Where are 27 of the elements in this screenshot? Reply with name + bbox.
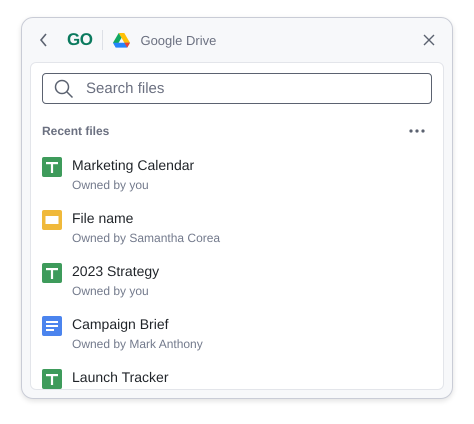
slides-icon xyxy=(42,210,62,230)
spreadsheet-icon xyxy=(42,157,62,177)
file-owner: Owned by you xyxy=(72,284,150,298)
file-item[interactable]: Campaign Brief Owned by Mark Anthony xyxy=(42,316,432,360)
logo: GO xyxy=(67,30,92,50)
section-title: Recent files xyxy=(42,124,110,138)
search-icon xyxy=(54,79,74,99)
file-item[interactable]: Launch Tracker xyxy=(42,369,432,389)
file-name: Launch Tracker xyxy=(72,369,168,385)
file-name: File name xyxy=(72,210,134,226)
more-icon xyxy=(409,129,425,133)
search-field[interactable]: Search files xyxy=(42,73,432,104)
file-owner: Owned by you xyxy=(72,178,150,192)
file-item[interactable]: 2023 Strategy Owned by you xyxy=(42,263,432,307)
spreadsheet-icon xyxy=(42,263,62,283)
file-owner: Owned by Mark Anthony xyxy=(72,337,203,351)
file-item[interactable]: File name Owned by Samantha Corea xyxy=(42,210,432,254)
file-item[interactable]: Marketing Calendar Owned by you xyxy=(42,157,432,201)
document-icon xyxy=(42,316,62,336)
service-title: Google Drive xyxy=(140,32,216,48)
file-owner: Owned by Samantha Corea xyxy=(72,231,220,245)
chevron-left-icon xyxy=(39,33,49,47)
file-name: 2023 Strategy xyxy=(72,263,160,279)
file-name: Campaign Brief xyxy=(72,316,170,332)
file-name: Marketing Calendar xyxy=(72,157,194,173)
close-icon xyxy=(423,34,435,46)
drive-logo-icon xyxy=(113,32,130,48)
